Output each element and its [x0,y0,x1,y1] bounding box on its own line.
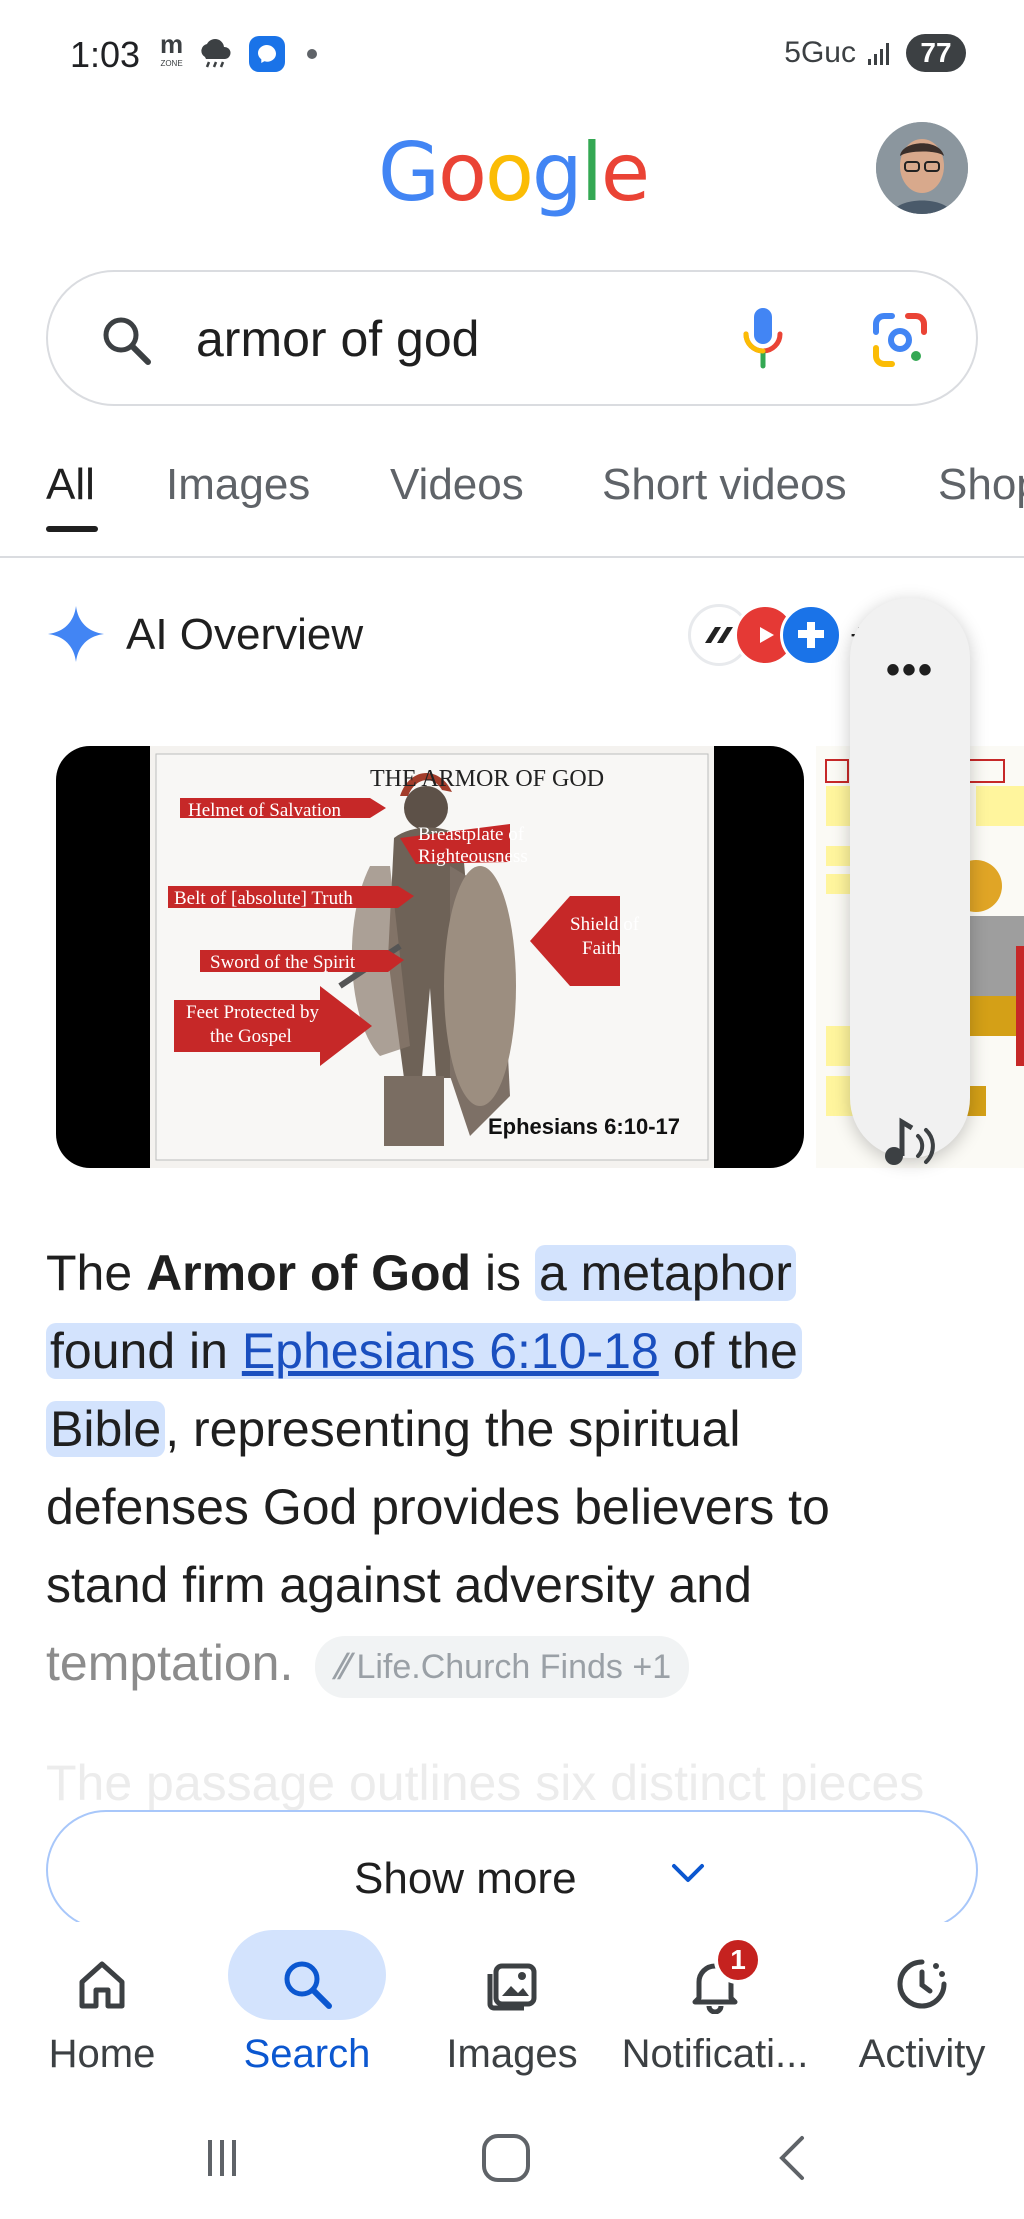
label-belt: Belt of [absolute] Truth [174,888,353,909]
image-heading: THE ARMOR OF GOD [370,766,605,792]
nav-activity-label: Activity [858,2032,986,2076]
messenger-icon [249,36,286,72]
citation-chip[interactable]: ⫽ Life.Church Finds +1 [315,1635,690,1698]
nav-notifications-label: Notificati... [621,2032,809,2076]
armor-of-god-image[interactable]: THE ARMOR OF GOD Helmet of Salvation Bre… [56,746,804,1168]
label-helmet: Helmet of Salvation [188,800,342,821]
show-more-label: Show more [354,1854,577,1903]
label-feet-1: Feet Protected by [186,1002,319,1023]
network-type: 5Guc [784,36,856,69]
armor-diagram: THE ARMOR OF GOD Helmet of Salvation Bre… [150,746,714,1168]
label-breastplate-1: Breastplate of [418,824,525,845]
tab-shopping[interactable]: Shop [938,460,1024,510]
back-icon[interactable] [764,2128,824,2188]
label-shield-2: Faith [582,938,622,959]
search-icon [284,1961,332,2009]
label-feet-2: the Gospel [210,1026,292,1047]
more-options-icon[interactable]: ••• [886,648,934,693]
recent-apps-icon[interactable] [192,2128,252,2188]
highlighted-text[interactable]: Bible [46,1401,166,1457]
tab-videos[interactable]: Videos [390,460,524,510]
active-tab-indicator [46,526,98,532]
search-icon [103,317,151,365]
highlighted-text[interactable]: a metaphor [534,1245,796,1301]
label-shield-1: Shield of [570,914,640,935]
status-bar: 1:03 m ZONE 5Guc 77 [0,0,1024,110]
nav-home-label: Home [48,2032,156,2076]
nav-activity[interactable]: Activity [822,1922,1022,2098]
ai-sources[interactable]: + [688,604,869,666]
nav-search-label: Search [243,2032,371,2076]
tab-short-videos[interactable]: Short videos [602,460,847,510]
nav-images-label: Images [446,2032,578,2076]
listen-audio-icon[interactable] [876,1110,942,1176]
system-navigation-bar [0,2098,1024,2219]
mzone-icon: m ZONE [160,29,184,68]
truncated-text: The passage outlines six distinct pieces [46,1755,925,1811]
overview-text-part: is [471,1245,535,1301]
nav-images[interactable]: Images [412,1922,612,2098]
bottom-navigation: Home Search Images Notificati... 1 Activ… [0,1922,1024,2098]
ai-overview-text: The Armor of God is a metaphor found in E… [46,1234,946,1702]
ai-overview-title: AI Overview [126,610,364,659]
overview-faded-text: temptation. [46,1635,294,1691]
notification-dot-icon [307,49,318,59]
cross-source-icon[interactable] [780,604,842,666]
highlighted-text[interactable]: found in Ephesians 6:10-18 of the [46,1323,802,1379]
images-icon [487,1963,537,2011]
label-breastplate-2: Righteousness [418,846,528,867]
label-sword: Sword of the Spirit [210,952,356,973]
notification-badge: 1 [714,1936,762,1984]
activity-icon [897,1959,947,2009]
show-more-button[interactable]: Show more [46,1810,978,1930]
nav-search[interactable]: Search [207,1922,407,2098]
ephesians-link[interactable]: Ephesians 6:10-18 [242,1323,659,1379]
avatar[interactable] [876,122,968,214]
status-time: 1:03 [70,34,141,75]
battery-icon: 77 [906,34,966,72]
overview-bold-term: Armor of God [146,1245,472,1301]
microphone-icon[interactable] [738,304,788,374]
google-logo[interactable]: Google [378,126,650,219]
floating-media-pill[interactable]: ••• [850,598,970,1165]
label-reference: Ephesians 6:10-17 [488,1114,680,1139]
search-box[interactable]: armor of god [46,270,978,406]
overview-text-part: The [46,1245,147,1301]
ai-sparkle-icon [48,606,104,662]
rain-cloud-icon [201,39,231,68]
nav-notifications[interactable]: Notificati... [615,1922,815,2098]
lifechurch-icon: ⫽ [333,1647,349,1686]
tab-all[interactable]: All [46,460,95,510]
home-button-icon[interactable] [476,2128,536,2188]
nav-home[interactable]: Home [2,1922,202,2098]
chevron-down-icon [672,1864,704,1882]
lens-camera-icon[interactable] [870,310,930,370]
signal-icon [868,43,889,65]
tab-images[interactable]: Images [166,460,310,510]
home-icon [79,1961,125,2009]
search-input[interactable]: armor of god [196,310,479,368]
search-tabs: All Images Videos Short videos Shop [0,440,1024,558]
